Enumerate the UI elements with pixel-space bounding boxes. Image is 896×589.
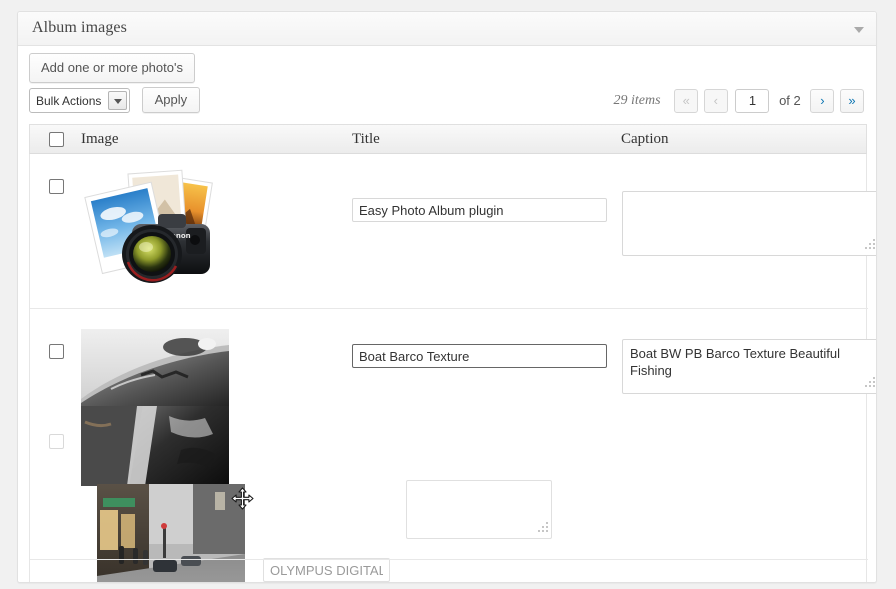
bulk-actions-select[interactable]: Bulk Actions [29, 87, 130, 113]
next-page-button[interactable]: › [810, 88, 835, 113]
title-input[interactable] [352, 198, 607, 222]
caption-textarea[interactable] [622, 191, 876, 256]
night-street-crosswalk-thumbnail [97, 484, 245, 582]
items-count: 29 items [613, 92, 661, 108]
prev-page-button[interactable]: ‹ [703, 88, 728, 113]
chevron-down-icon[interactable] [108, 90, 127, 110]
metabox-header: Album images [18, 12, 876, 46]
table-header-row: Image Title Caption [29, 124, 867, 154]
first-page-button[interactable]: « [674, 88, 699, 113]
album-images-metabox: Album images Add one or more photo's Bul… [17, 11, 877, 583]
caption-textarea[interactable]: Boat BW PB Barco Texture Beautiful Fishi… [622, 339, 876, 394]
select-all-checkbox[interactable] [49, 132, 64, 147]
last-page-button[interactable]: » [840, 88, 864, 113]
row-checkbox[interactable] [49, 344, 64, 359]
column-header-image: Image [81, 131, 119, 147]
album-images-table: Image Title Caption Canon Easy Photo Alb… [29, 124, 876, 582]
row-thumbnail-secondary[interactable] [97, 484, 245, 582]
table-body: Canon Easy Photo Album plugin Boat Barco… [29, 154, 876, 582]
row-thumbnail[interactable] [81, 329, 229, 407]
title-input[interactable] [352, 344, 607, 368]
title-input[interactable] [263, 558, 390, 582]
page-title: Album images [32, 19, 127, 36]
boat-black-white-thumbnail [81, 329, 229, 407]
pagination: 29 items « ‹ of 2 › » [614, 88, 866, 113]
caption-textarea[interactable] [406, 480, 552, 539]
column-header-title: Title [352, 131, 380, 147]
camera-with-photos-thumbnail: Canon [84, 169, 213, 283]
add-photos-button[interactable]: Add one or more photo's [29, 53, 195, 83]
boat-texture-drag-thumbnail [81, 406, 229, 486]
current-page-input[interactable] [735, 88, 770, 113]
chevron-down-icon[interactable] [851, 22, 867, 38]
bulk-actions-group: Bulk Actions Apply [29, 87, 201, 113]
row-thumbnail[interactable] [81, 406, 229, 486]
apply-button[interactable]: Apply [141, 87, 201, 113]
row-thumbnail[interactable]: Canon [82, 166, 222, 294]
row-checkbox[interactable] [49, 434, 64, 449]
column-header-caption: Caption [621, 131, 669, 147]
metabox-body: Add one or more photo's Bulk Actions App… [18, 46, 876, 582]
row-checkbox[interactable] [49, 179, 64, 194]
total-pages-label: of 2 [779, 92, 801, 108]
